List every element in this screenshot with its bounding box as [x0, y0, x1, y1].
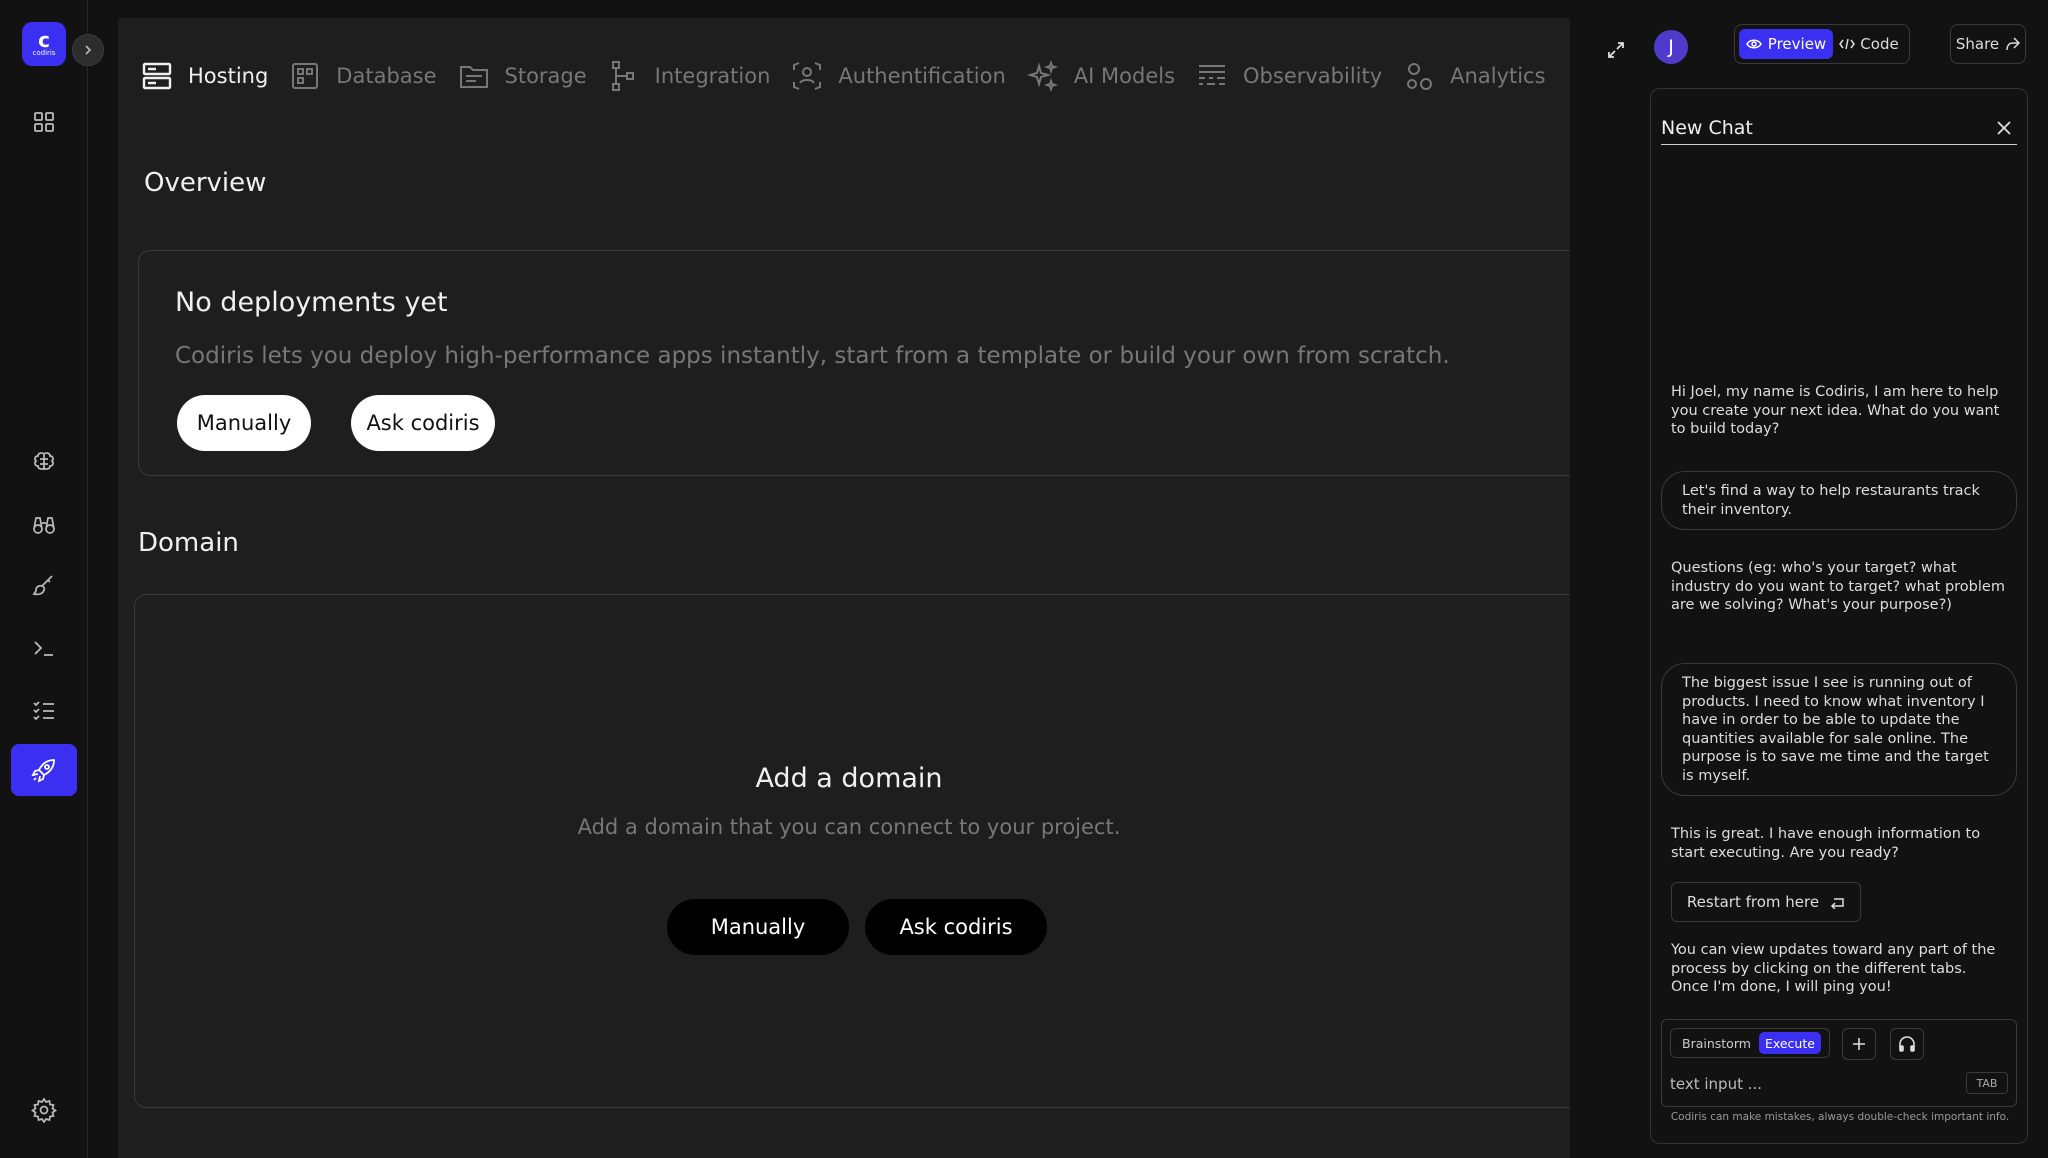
- tab-label: Authentification: [838, 64, 1006, 88]
- domain-ask-codiris-button[interactable]: Ask codiris: [865, 899, 1047, 955]
- tab-storage[interactable]: Storage: [457, 54, 587, 98]
- add-domain-heading: Add a domain: [755, 763, 943, 794]
- brainstorm-mode[interactable]: Brainstorm: [1674, 1036, 1759, 1051]
- code-icon: [1839, 38, 1856, 50]
- server-icon: [140, 59, 174, 93]
- tab-ai-models[interactable]: AI Models: [1026, 54, 1175, 98]
- tab-authentification[interactable]: Authentification: [790, 54, 1006, 98]
- preview-label: Preview: [1767, 35, 1827, 53]
- user-message: Let's find a way to help restaurants tra…: [1661, 471, 2017, 530]
- folder-icon: [457, 59, 491, 93]
- card-title: No deployments yet: [175, 287, 448, 318]
- tab-label: Integration: [654, 64, 771, 88]
- tab-observability[interactable]: Observability: [1195, 54, 1382, 98]
- tab-label: Hosting: [188, 64, 269, 88]
- headphones-icon: [1899, 1036, 1915, 1052]
- share-icon: [2006, 37, 2021, 51]
- panel-divider: [1570, 18, 1636, 1158]
- chat-input[interactable]: [1670, 1072, 1940, 1096]
- ai-message: This is great. I have enough information…: [1671, 826, 1981, 861]
- code-button[interactable]: Code: [1833, 29, 1905, 59]
- brush-icon[interactable]: [22, 564, 66, 608]
- domain-card: Add a domain Add a domain that you can c…: [134, 594, 1636, 1108]
- grid-icon[interactable]: [22, 100, 66, 144]
- ai-message: Questions (eg: who's your target? what i…: [1671, 560, 2005, 613]
- domain-manually-button[interactable]: Manually: [667, 899, 849, 955]
- mode-toggle: Brainstorm Execute: [1670, 1028, 1830, 1058]
- tab-key-hint: TAB: [1966, 1072, 2008, 1094]
- integration-icon: [607, 59, 641, 93]
- tab-integration[interactable]: Integration: [607, 54, 771, 98]
- logo-word: codiris: [32, 48, 56, 57]
- avatar[interactable]: J: [1654, 30, 1688, 64]
- domain-title: Domain: [138, 528, 239, 558]
- tab-label: AI Models: [1073, 64, 1176, 88]
- left-rail: c codiris: [0, 0, 88, 1158]
- ai-message: You can view updates toward any part of …: [1671, 942, 1996, 995]
- chat-panel: New Chat Hi Joel, my name is Codiris, I …: [1650, 88, 2028, 1144]
- logo-glyph: c: [38, 27, 50, 52]
- chat-title: New Chat: [1661, 117, 1753, 139]
- fullscreen-icon[interactable]: [1596, 30, 1636, 70]
- restart-label: Restart from here: [1686, 893, 1820, 911]
- eye-icon: [1745, 39, 1762, 49]
- overview-title: Overview: [144, 168, 267, 198]
- tab-hosting[interactable]: Hosting: [140, 54, 268, 98]
- user-message: The biggest issue I see is running out o…: [1661, 663, 2017, 796]
- voice-button[interactable]: [1890, 1028, 1924, 1060]
- deployments-card: No deployments yet Codiris lets you depl…: [138, 250, 1636, 476]
- rocket-icon[interactable]: [11, 744, 77, 796]
- view-toggle: Preview Code: [1734, 24, 1910, 64]
- chart-icon: [1195, 59, 1229, 93]
- settings-icon[interactable]: [22, 1088, 66, 1132]
- return-icon: [1831, 898, 1844, 909]
- manually-button[interactable]: Manually: [177, 395, 311, 451]
- share-button[interactable]: Share: [1950, 24, 2026, 64]
- tab-label: Observability: [1243, 64, 1383, 88]
- restart-from-here-button[interactable]: Restart from here: [1671, 882, 1861, 922]
- tab-label: Storage: [504, 64, 587, 88]
- expand-sidebar-button[interactable]: [72, 34, 104, 66]
- database-icon: [288, 59, 322, 93]
- sparkles-icon: [1026, 59, 1060, 93]
- ai-message: Hi Joel, my name is Codiris, I am here t…: [1671, 384, 2000, 437]
- checklist-icon[interactable]: [22, 688, 66, 732]
- user-scan-icon: [790, 59, 824, 93]
- chat-composer: Brainstorm Execute TAB: [1661, 1019, 2017, 1107]
- preview-button[interactable]: Preview: [1739, 29, 1833, 59]
- close-icon[interactable]: [1991, 115, 2017, 141]
- plus-icon: [1853, 1038, 1865, 1050]
- add-attachment-button[interactable]: [1842, 1028, 1876, 1060]
- tab-label: Analytics: [1450, 64, 1546, 88]
- tab-bar: Hosting Database Storage Integration Aut…: [118, 46, 1636, 106]
- ask-codiris-button[interactable]: Ask codiris: [351, 395, 495, 451]
- codiris-logo[interactable]: c codiris: [22, 22, 66, 66]
- code-label: Code: [1860, 35, 1899, 53]
- disclaimer: Codiris can make mistakes, always double…: [1670, 1111, 2010, 1123]
- analytics-icon: [1402, 59, 1436, 93]
- add-domain-text: Add a domain that you can connect to you…: [577, 815, 1121, 839]
- share-label: Share: [1955, 35, 2000, 53]
- tab-analytics[interactable]: Analytics: [1402, 54, 1546, 98]
- execute-mode[interactable]: Execute: [1758, 1032, 1821, 1054]
- main-panel: Hosting Database Storage Integration Aut…: [118, 18, 1636, 1158]
- tab-database[interactable]: Database: [288, 54, 437, 98]
- card-description: Codiris lets you deploy high-performance…: [175, 343, 1450, 369]
- chat-header: New Chat: [1661, 113, 2017, 145]
- binoculars-icon[interactable]: [22, 502, 66, 546]
- brain-icon[interactable]: [22, 440, 66, 484]
- terminal-icon[interactable]: [22, 626, 66, 670]
- tab-label: Database: [336, 64, 437, 88]
